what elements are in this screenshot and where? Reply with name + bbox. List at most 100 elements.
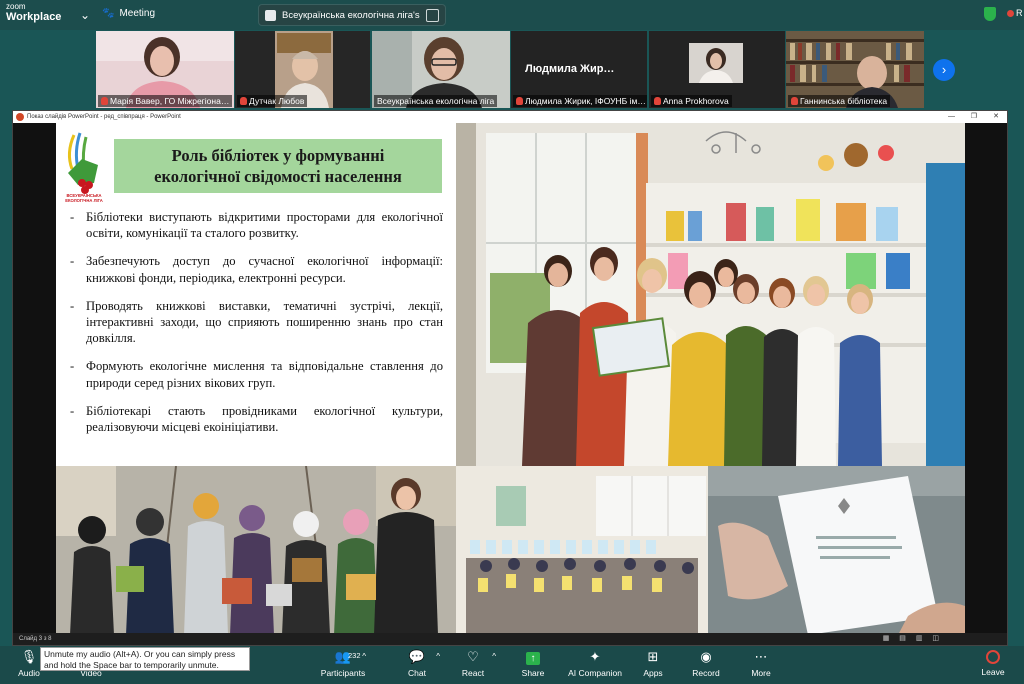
apps-button[interactable]: ⊞ Apps <box>624 649 682 679</box>
chevron-up-icon[interactable]: ^ <box>492 652 496 661</box>
bullet-item: - Забезпечують доступ до сучасної екологі… <box>70 254 443 285</box>
leave-label: Leave <box>981 667 1005 677</box>
powerpoint-window: Показ слайдів PowerPoint - ред_співпраця… <box>12 110 1008 646</box>
participant-name-text: Anna Prokhorova <box>663 96 729 106</box>
children-birdhouses-photo <box>56 466 456 635</box>
bullet-text: Бібліотекарі стають провідниками екологі… <box>86 403 443 435</box>
slide-title-line1: Роль бібліотек у формуванні <box>171 146 385 165</box>
slide-counter: Слайд 3 з 8 <box>19 636 52 642</box>
logo-text: ВСЕУКРАЇНСЬКА ЕКОЛОГІЧНА ЛІГА <box>65 193 103 203</box>
hall-eco-letters-photo <box>456 466 708 635</box>
maximize-icon[interactable]: ❐ <box>971 111 977 123</box>
participant-name: Дутчак Любов <box>237 95 308 107</box>
apps-label: Apps <box>643 668 663 678</box>
paw-icon: 🐾 <box>102 8 115 19</box>
participant-name: Всеукраїнська екологічна ліга <box>374 95 498 107</box>
brochure-hand-photo <box>708 466 965 635</box>
share-source-label: Всеукраїнська екологічна ліга's <box>282 9 420 21</box>
participant-tile[interactable]: Марія Вавер, ГО Міжрегіона… <box>96 31 234 108</box>
participant-name-text: Дутчак Любов <box>249 96 305 106</box>
participants-button[interactable]: 👥 232 ^ Participants <box>314 650 372 679</box>
participant-name: Ганнинська бібліотека <box>788 95 891 107</box>
participant-name-text: Ганнинська бібліотека <box>800 96 888 106</box>
ai-companion-button[interactable]: ✦ AI Companion <box>566 649 624 679</box>
ai-companion-label: AI Companion <box>568 668 622 678</box>
tooltip-text: Unmute my audio (Alt+A). Or you can simp… <box>44 649 236 670</box>
chat-button[interactable]: 💬 ^ Chat <box>388 650 446 679</box>
meeting-menu[interactable]: 🐾 Meeting <box>102 8 155 19</box>
participant-tile[interactable]: Ганнинська бібліотека <box>786 31 924 108</box>
ppt-title-bar: Показ слайдів PowerPoint - ред_співпраця… <box>13 111 1007 123</box>
logo-line1: zoom <box>6 2 26 11</box>
leave-button[interactable]: Leave <box>979 650 1007 677</box>
chevron-down-icon[interactable]: ⌄ <box>80 8 90 22</box>
chat-label: Chat <box>408 668 426 678</box>
audio-label: Audio <box>18 668 40 678</box>
participant-name-text: Всеукраїнська екологічна ліга <box>377 96 495 106</box>
view-controls[interactable]: ▦ ▤ ▥ ◫ <box>883 633 943 645</box>
participant-avatar <box>689 43 743 83</box>
participant-tile[interactable]: Дутчак Любов <box>235 31 370 108</box>
zoom-window: zoom Workplace ⌄ 🐾 Meeting Всеукраїнська… <box>0 0 1024 684</box>
record-label: Record <box>692 668 720 678</box>
bullet-item: - Бібліотекарі стають провідниками еколог… <box>70 403 443 435</box>
share-button[interactable]: ↑ Share <box>504 650 562 678</box>
muted-mic-icon <box>654 97 661 105</box>
bullet-item: - Проводять книжкові виставки, тематичні … <box>70 298 443 346</box>
meeting-label: Meeting <box>119 8 156 19</box>
muted-mic-icon <box>791 97 798 105</box>
bullet-item: - Бібліотеки виступають відкритими просто… <box>70 210 443 241</box>
muted-mic-icon <box>240 97 247 105</box>
participants-label: Participants <box>320 668 366 678</box>
zoom-logo: zoom Workplace <box>6 3 61 23</box>
share-label: Share <box>521 668 545 678</box>
muted-mic-icon <box>516 97 523 105</box>
next-participants-button[interactable]: › <box>933 59 955 81</box>
apps-icon: ⊞ <box>647 649 659 664</box>
view-grid-icon[interactable] <box>425 8 439 22</box>
leave-icon <box>986 650 1000 664</box>
top-bar: zoom Workplace ⌄ 🐾 Meeting Всеукраїнська… <box>0 0 1024 30</box>
participant-name: Людмила Жирик, ІФОУНБ ім… <box>513 95 647 107</box>
slide-title-line2: екологічної свідомості населення <box>154 167 402 186</box>
bullet-text: Забезпечують доступ до сучасної екологіч… <box>86 254 443 285</box>
bullet-text: Проводять книжкові виставки, тематичні з… <box>86 298 443 346</box>
recording-dot-icon <box>1007 10 1014 17</box>
security-shield-icon[interactable] <box>984 7 996 21</box>
chevron-up-icon[interactable]: ^ <box>362 652 366 661</box>
bullet-text: Бібліотеки виступають відкритими простор… <box>86 210 443 241</box>
logo-line2: Workplace <box>6 11 62 23</box>
react-label: React <box>461 668 485 678</box>
more-button[interactable]: ⋯ More <box>732 649 790 679</box>
chevron-right-icon: › <box>941 62 947 77</box>
bullet-text: Формують екологічне мислення та відповід… <box>86 359 443 390</box>
minimize-icon[interactable]: — <box>948 111 955 123</box>
participant-name: Марія Вавер, ГО Міжрегіона… <box>98 95 233 107</box>
record-button[interactable]: ◉ Record <box>677 649 735 679</box>
muted-mic-icon <box>101 97 108 105</box>
slide-bullet-list: - Бібліотеки виступають відкритими просто… <box>66 209 443 447</box>
participant-name: Anna Prokhorova <box>651 95 732 107</box>
sparkle-icon: ✦ <box>589 649 601 664</box>
share-source-chip[interactable]: Всеукраїнська екологічна ліга's <box>258 4 446 26</box>
powerpoint-icon <box>16 113 24 121</box>
more-label: More <box>751 668 771 678</box>
ppt-status-bar: Слайд 3 з 8 ▦ ▤ ▥ ◫ <box>13 633 1007 645</box>
participant-display-name: Людмила Жир… <box>525 63 615 75</box>
record-icon: ◉ <box>700 649 712 664</box>
share-icon: ↑ <box>504 650 562 665</box>
react-button[interactable]: ♡ ^ React <box>444 650 502 679</box>
more-icon: ⋯ <box>754 649 768 664</box>
ppt-window-title: Показ слайдів PowerPoint - ред_співпраця… <box>27 114 181 120</box>
bullet-item: - Формують екологічне мислення та відпові… <box>70 359 443 390</box>
participants-count: 232 <box>348 651 361 660</box>
chevron-up-icon[interactable]: ^ <box>436 652 440 661</box>
close-icon[interactable]: ✕ <box>993 111 999 123</box>
window-icon <box>265 9 276 21</box>
slide-title-box: Роль бібліотек у формуванні екологічної … <box>114 139 442 193</box>
participant-tile[interactable]: Людмила Жир… Людмила Жирик, ІФОУНБ ім… <box>511 31 647 108</box>
library-group-photo <box>456 123 965 466</box>
participant-name-text: Марія Вавер, ГО Міжрегіона… <box>110 96 230 106</box>
participant-tile[interactable]: Anna Prokhorova <box>649 31 785 108</box>
participant-tile-active[interactable]: Всеукраїнська екологічна ліга <box>372 31 510 108</box>
